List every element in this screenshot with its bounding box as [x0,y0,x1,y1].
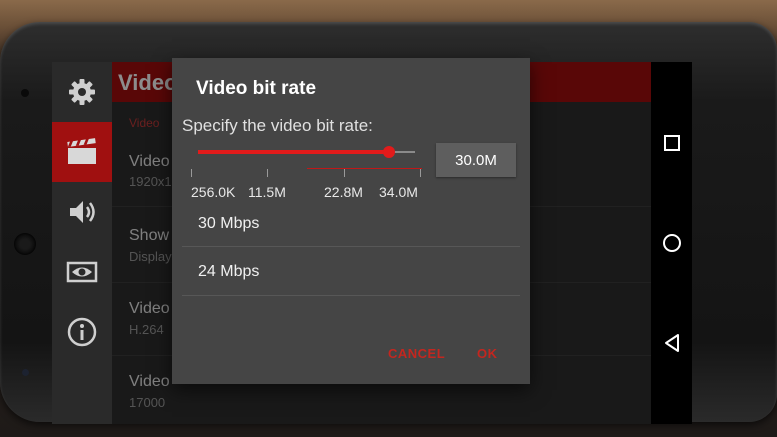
gear-icon [69,79,95,105]
front-camera [21,89,29,97]
rail-item-general[interactable] [52,62,112,122]
divider [182,295,520,296]
ok-button[interactable]: OK [477,346,498,361]
rail-item-video[interactable] [52,122,112,182]
clapperboard-icon [67,138,96,164]
settings-category-rail [52,62,112,424]
slider-tick [191,169,192,177]
tick-label: 34.0M [379,184,418,200]
cancel-button[interactable]: CANCEL [388,346,445,361]
home-button[interactable] [651,223,692,263]
dialog-title: Video bit rate [196,78,317,99]
info-icon [67,317,97,347]
recent-apps-button[interactable] [651,123,692,163]
slider-thumb[interactable] [382,146,395,158]
bitrate-value-field[interactable]: 30.0M [436,143,516,177]
slider-tick [267,169,268,177]
tick-label: 22.8M [324,184,363,200]
back-icon [664,334,679,352]
system-nav-bar [651,62,692,424]
tick-label: 256.0K [191,184,236,200]
divider [182,246,520,247]
rail-item-audio[interactable] [52,182,112,242]
slider-fill [198,150,389,154]
bitrate-dialog: Video bit rate Specify the video bit rat… [172,58,530,384]
slider-range-marker [307,168,422,169]
rail-item-preview[interactable] [52,242,112,302]
proximity-sensor [22,369,29,376]
slider-tick [420,169,421,177]
tick-label: 11.5M [248,184,286,200]
dialog-message: Specify the video bit rate: [182,116,373,135]
rail-item-about[interactable] [52,302,112,362]
front-speaker [14,233,36,255]
bitrate-option[interactable]: 30 Mbps [198,215,259,233]
back-button[interactable] [651,323,692,363]
home-icon [662,234,681,252]
eye-icon [66,261,98,283]
recent-apps-icon [663,135,680,151]
speaker-icon [70,201,95,223]
bitrate-option[interactable]: 24 Mbps [198,263,259,281]
slider-tick [344,169,345,177]
